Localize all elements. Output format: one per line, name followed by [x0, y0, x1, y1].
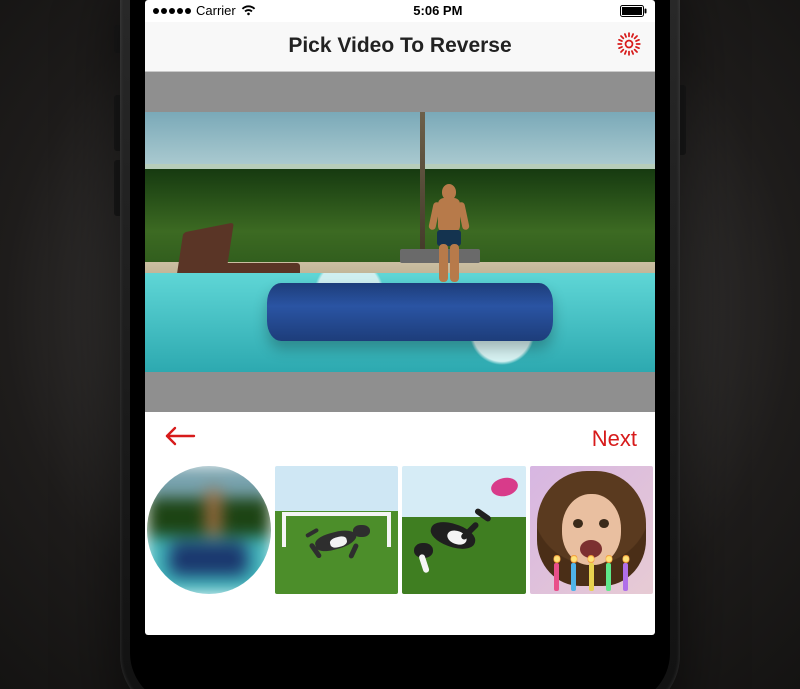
thumbnail-image — [530, 466, 654, 594]
toolbar: Next — [145, 412, 655, 466]
thumbnail-image — [275, 466, 399, 594]
phone-body: Carrier 5:06 PM — [120, 0, 680, 689]
wifi-icon — [241, 5, 256, 16]
phone-bezel: Carrier 5:06 PM — [130, 0, 670, 689]
thumbnail-image — [147, 466, 271, 594]
status-bar: Carrier 5:06 PM — [145, 0, 655, 22]
next-button[interactable]: Next — [592, 426, 637, 452]
status-time: 5:06 PM — [256, 3, 620, 18]
thumbnail-dog-frisbee[interactable] — [402, 466, 526, 594]
thumbnail-dog-goalpost[interactable] — [275, 466, 399, 594]
thumbnail-strip — [145, 466, 655, 596]
back-button[interactable] — [163, 425, 197, 452]
thumbnail-girl-candles[interactable] — [530, 466, 654, 594]
settings-button[interactable] — [615, 32, 643, 60]
arrow-left-icon — [163, 425, 197, 452]
status-right — [620, 5, 647, 17]
preview-person — [426, 184, 472, 294]
phone-device-frame: Carrier 5:06 PM — [120, 0, 680, 689]
nav-header: Pick Video To Reverse — [145, 22, 655, 72]
battery-icon — [620, 5, 647, 17]
phone-power-button — [680, 85, 686, 155]
video-preview-area[interactable] — [145, 72, 655, 412]
gear-icon — [616, 31, 642, 62]
thumbnail-image — [402, 466, 526, 594]
carrier-label: Carrier — [196, 3, 236, 18]
phone-screen: Carrier 5:06 PM — [145, 0, 655, 635]
preview-mattress — [267, 283, 553, 341]
page-title: Pick Video To Reverse — [288, 34, 511, 58]
cellular-signal-icon — [153, 8, 191, 14]
thumbnail-pool-jump[interactable] — [147, 466, 271, 594]
status-left: Carrier — [153, 3, 256, 18]
video-preview-frame — [145, 112, 655, 372]
